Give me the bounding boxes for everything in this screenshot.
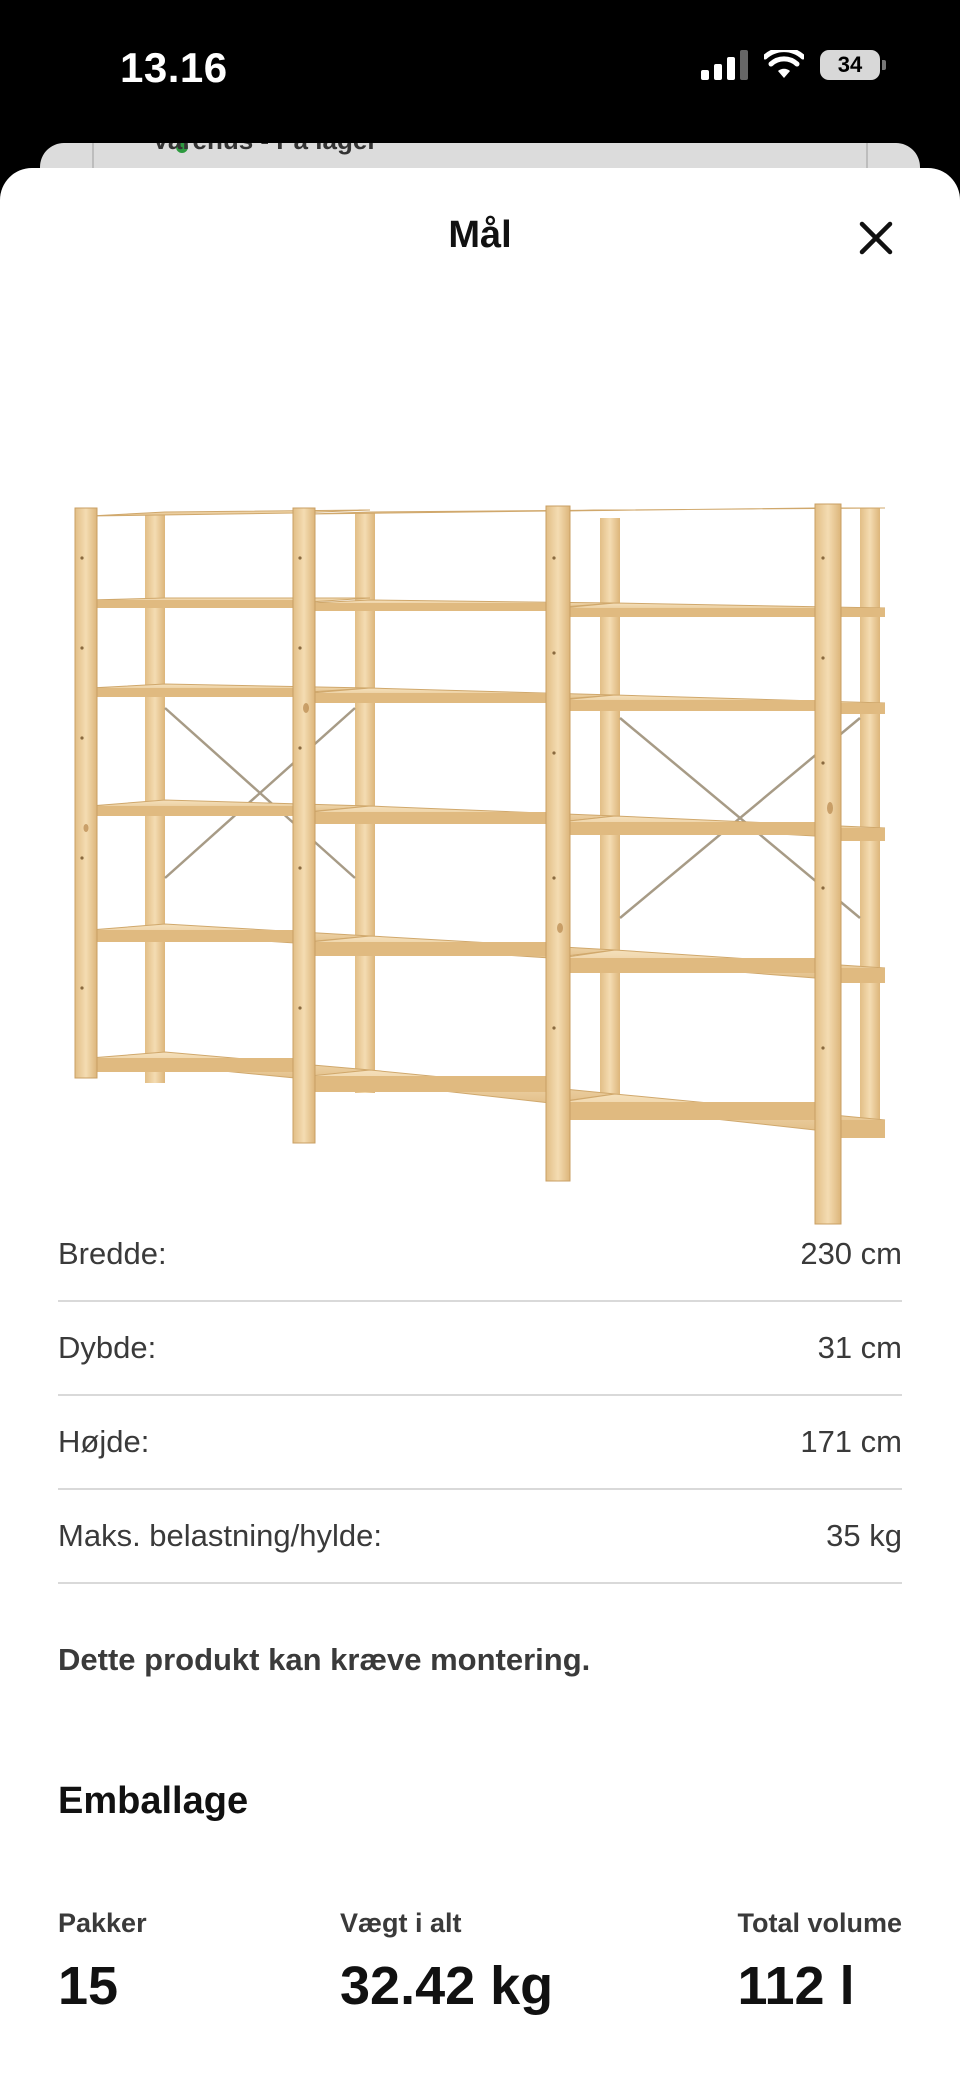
status-bar: 13.16 34: [0, 0, 960, 140]
stock-status-text: Varehus - På lager: [152, 143, 377, 156]
sheet-title: Mål: [448, 214, 512, 256]
dimension-label: Bredde:: [58, 1236, 167, 1271]
dimensions-list: Bredde: 230 cm Dybde: 31 cm Højde: 171 c…: [58, 1228, 902, 1584]
packaging-packages: Pakker 15: [58, 1908, 147, 2017]
packaging-label: Total volume: [737, 1908, 902, 1938]
dimension-value: 31 cm: [817, 1330, 902, 1365]
packaging-total-weight: Vægt i alt 32.42 kg: [340, 1908, 553, 2017]
battery-level: 34: [837, 52, 863, 77]
dimension-row-height: Højde: 171 cm: [58, 1396, 902, 1490]
dimension-label: Højde:: [58, 1424, 150, 1459]
dimension-value: 171 cm: [800, 1424, 902, 1459]
packaging-value: 32.42 kg: [340, 1956, 554, 2016]
wooden-shelving-unit-image: [74, 503, 886, 1225]
wifi-icon: [764, 50, 804, 78]
cellular-signal-icon: [701, 50, 748, 80]
assembly-note: Dette produkt kan kræve montering.: [58, 1642, 591, 1677]
packaging-title: Emballage: [58, 1780, 249, 1822]
close-icon: [859, 221, 893, 255]
dimension-value: 230 cm: [800, 1236, 902, 1271]
packaging-value: 15: [58, 1956, 119, 2016]
dimension-value: 35 kg: [826, 1518, 902, 1553]
dimensions-sheet: Mål Bredde: 230 cm Dybde: 31 cm Højde: 1…: [0, 168, 960, 2081]
dimension-label: Maks. belastning/hylde:: [58, 1518, 382, 1553]
packaging-total-volume: Total volume 112 l: [737, 1908, 902, 2017]
status-icons: 34: [701, 50, 886, 80]
dimension-row-max-load: Maks. belastning/hylde: 35 kg: [58, 1490, 902, 1584]
battery-icon: 34: [820, 50, 886, 80]
status-time: 13.16: [120, 44, 228, 91]
dimension-row-depth: Dybde: 31 cm: [58, 1302, 902, 1396]
close-button[interactable]: [848, 210, 904, 266]
dimension-label: Dybde:: [58, 1330, 157, 1365]
dimension-row-width: Bredde: 230 cm: [58, 1228, 902, 1302]
packaging-label: Pakker: [58, 1908, 147, 1938]
packaging-label: Vægt i alt: [340, 1908, 462, 1938]
packaging-value: 112 l: [737, 1956, 855, 2016]
